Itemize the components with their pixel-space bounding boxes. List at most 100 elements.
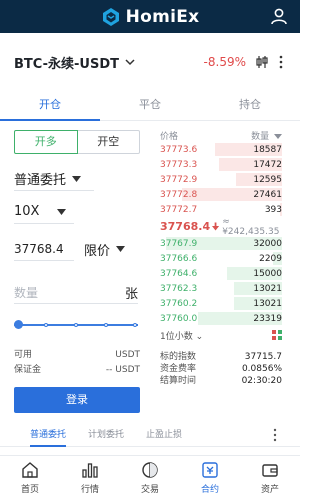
- open-long-button[interactable]: 开多: [14, 130, 78, 154]
- margin-value: -- USDT: [105, 365, 140, 375]
- stat-row: 标的指数 37715.7: [160, 351, 282, 363]
- more-vertical-icon[interactable]: [272, 428, 278, 442]
- order-book: 价格 数量 37773.6 18587 37773.3 17472 37772.9 125…: [160, 121, 282, 387]
- depth-mode-icon[interactable]: [272, 330, 282, 340]
- ask-row[interactable]: 37772.8 27461: [160, 187, 282, 202]
- price-type-select[interactable]: 限价: [84, 240, 126, 259]
- bid-row[interactable]: 37762.3 13021: [160, 281, 282, 296]
- nav-assets[interactable]: 资产: [240, 456, 300, 500]
- tab-open[interactable]: 开仓: [0, 91, 100, 121]
- stat-label: 资金费率: [160, 364, 197, 374]
- leverage-value: 10X: [14, 204, 40, 219]
- nav-contract[interactable]: 合约: [180, 456, 240, 500]
- bid-quantity: 13021: [253, 298, 282, 309]
- bid-price: 37762.3: [160, 283, 198, 294]
- sort-icon: [274, 134, 282, 139]
- stat-value: 37715.7: [244, 352, 282, 362]
- order-book-footer: 1位小数 ⌄: [160, 327, 282, 343]
- quantity-input[interactable]: 数量 张: [14, 282, 138, 304]
- stat-value: 0.0856%: [241, 364, 282, 374]
- bid-price: 37766.6: [160, 253, 198, 264]
- slider-stop[interactable]: [44, 323, 48, 327]
- tab-close[interactable]: 平仓: [100, 91, 200, 120]
- user-icon[interactable]: [270, 7, 288, 25]
- candlestick-icon[interactable]: [254, 54, 270, 70]
- price-column-header: 价格: [160, 131, 179, 142]
- ask-quantity: 18587: [253, 144, 282, 155]
- bid-row[interactable]: 37764.6 15000: [160, 266, 282, 281]
- ask-price: 37772.7: [160, 204, 198, 215]
- bid-row[interactable]: 37760.2 13021: [160, 296, 282, 311]
- slider-stop[interactable]: [133, 323, 137, 327]
- trade-tabs: 开仓 平仓 持仓: [0, 91, 300, 121]
- leverage-select[interactable]: 10X: [14, 200, 74, 224]
- ask-price: 37772.9: [160, 174, 198, 185]
- nav-label: 合约: [200, 485, 219, 495]
- ask-quantity: 393: [264, 204, 282, 215]
- ask-quantity: 17472: [253, 159, 282, 170]
- order-form: 开多 开空 普通委托 10X 37768.4 限价 数量 张 可用 USDT 保…: [14, 121, 140, 413]
- quantity-placeholder: 数量: [14, 286, 39, 300]
- available-label: 可用: [14, 350, 33, 360]
- bid-row[interactable]: 37767.9 32000: [160, 236, 282, 251]
- bid-quantity: 15000: [253, 268, 282, 279]
- account-info: 可用 USDT 保证金 -- USDT: [14, 348, 140, 378]
- caret-down-icon: [72, 175, 82, 182]
- ask-row[interactable]: 37772.7 393: [160, 202, 282, 217]
- bid-row[interactable]: 37766.6 2209: [160, 251, 282, 266]
- price-row: 37768.4 限价: [14, 236, 140, 262]
- side-toggle: 开多 开空: [14, 130, 140, 154]
- available-value: USDT: [115, 350, 140, 360]
- home-icon: [22, 462, 38, 478]
- ask-list: 37773.6 18587 37773.3 17472 37772.9 12595 3777…: [160, 142, 282, 217]
- chevron-down-icon: [125, 59, 135, 66]
- nav-trade[interactable]: 交易: [120, 456, 180, 500]
- bid-list: 37767.9 32000 37766.6 2209 37764.6 15000 37762…: [160, 236, 282, 326]
- bid-quantity: 13021: [253, 283, 282, 294]
- nav-label: 资产: [260, 485, 279, 495]
- bid-price: 37764.6: [160, 268, 198, 279]
- login-button[interactable]: 登录: [14, 387, 140, 413]
- nav-label: 首页: [20, 485, 39, 495]
- nav-label: 交易: [140, 485, 159, 495]
- tab-tp-sl[interactable]: 止盈止损: [146, 424, 182, 446]
- stat-label: 结算时间: [160, 376, 197, 386]
- precision-select[interactable]: 1位小数 ⌄: [160, 329, 203, 342]
- nav-markets[interactable]: 行情: [60, 456, 120, 500]
- quantity-unit: 张: [124, 287, 138, 302]
- tab-normal-orders[interactable]: 普通委托: [30, 424, 67, 447]
- last-price-row: 37768.4 ≈ ¥242,435.35: [160, 217, 282, 237]
- quantity-column-header[interactable]: 数量: [251, 129, 282, 142]
- pair-selector[interactable]: BTC-永续-USDT: [14, 53, 135, 72]
- margin-label: 保证金: [14, 365, 42, 375]
- ask-row[interactable]: 37773.3 17472: [160, 157, 282, 172]
- bid-row[interactable]: 37760.0 23319: [160, 311, 282, 326]
- logo-icon: [102, 7, 119, 26]
- ask-row[interactable]: 37773.6 18587: [160, 142, 282, 157]
- tab-plan-orders[interactable]: 计划委托: [88, 424, 124, 446]
- stat-row: 结算时间 02:30:20: [160, 375, 282, 387]
- bid-quantity: 2209: [259, 253, 282, 264]
- ask-quantity: 27461: [253, 189, 282, 200]
- ask-row[interactable]: 37772.9 12595: [160, 172, 282, 187]
- precision-value: 1位小数: [160, 331, 193, 342]
- contract-stats: 标的指数 37715.7 资金费率 0.0856% 结算时间 02:30:20: [160, 351, 282, 387]
- price-type-value: 限价: [84, 243, 111, 259]
- tab-positions[interactable]: 持仓: [200, 91, 300, 120]
- brand-name: HomiEx: [125, 6, 200, 27]
- quantity-header-label: 数量: [251, 131, 270, 142]
- more-vertical-icon[interactable]: [276, 54, 286, 70]
- bid-quantity: 32000: [253, 238, 282, 249]
- nav-home[interactable]: 首页: [0, 456, 60, 500]
- slider-handle[interactable]: [14, 320, 23, 329]
- price-input[interactable]: 37768.4: [14, 238, 74, 261]
- open-short-button[interactable]: 开空: [77, 130, 140, 154]
- caret-down-icon: [116, 246, 126, 252]
- brand-logo: HomiEx: [101, 7, 200, 27]
- order-type-select[interactable]: 普通委托: [14, 167, 94, 191]
- slider-stop[interactable]: [74, 323, 78, 327]
- top-bar: HomiEx: [0, 0, 300, 33]
- quantity-slider[interactable]: [14, 318, 138, 332]
- market-header: BTC-永续-USDT -8.59%: [0, 33, 300, 91]
- slider-stop[interactable]: [104, 323, 108, 327]
